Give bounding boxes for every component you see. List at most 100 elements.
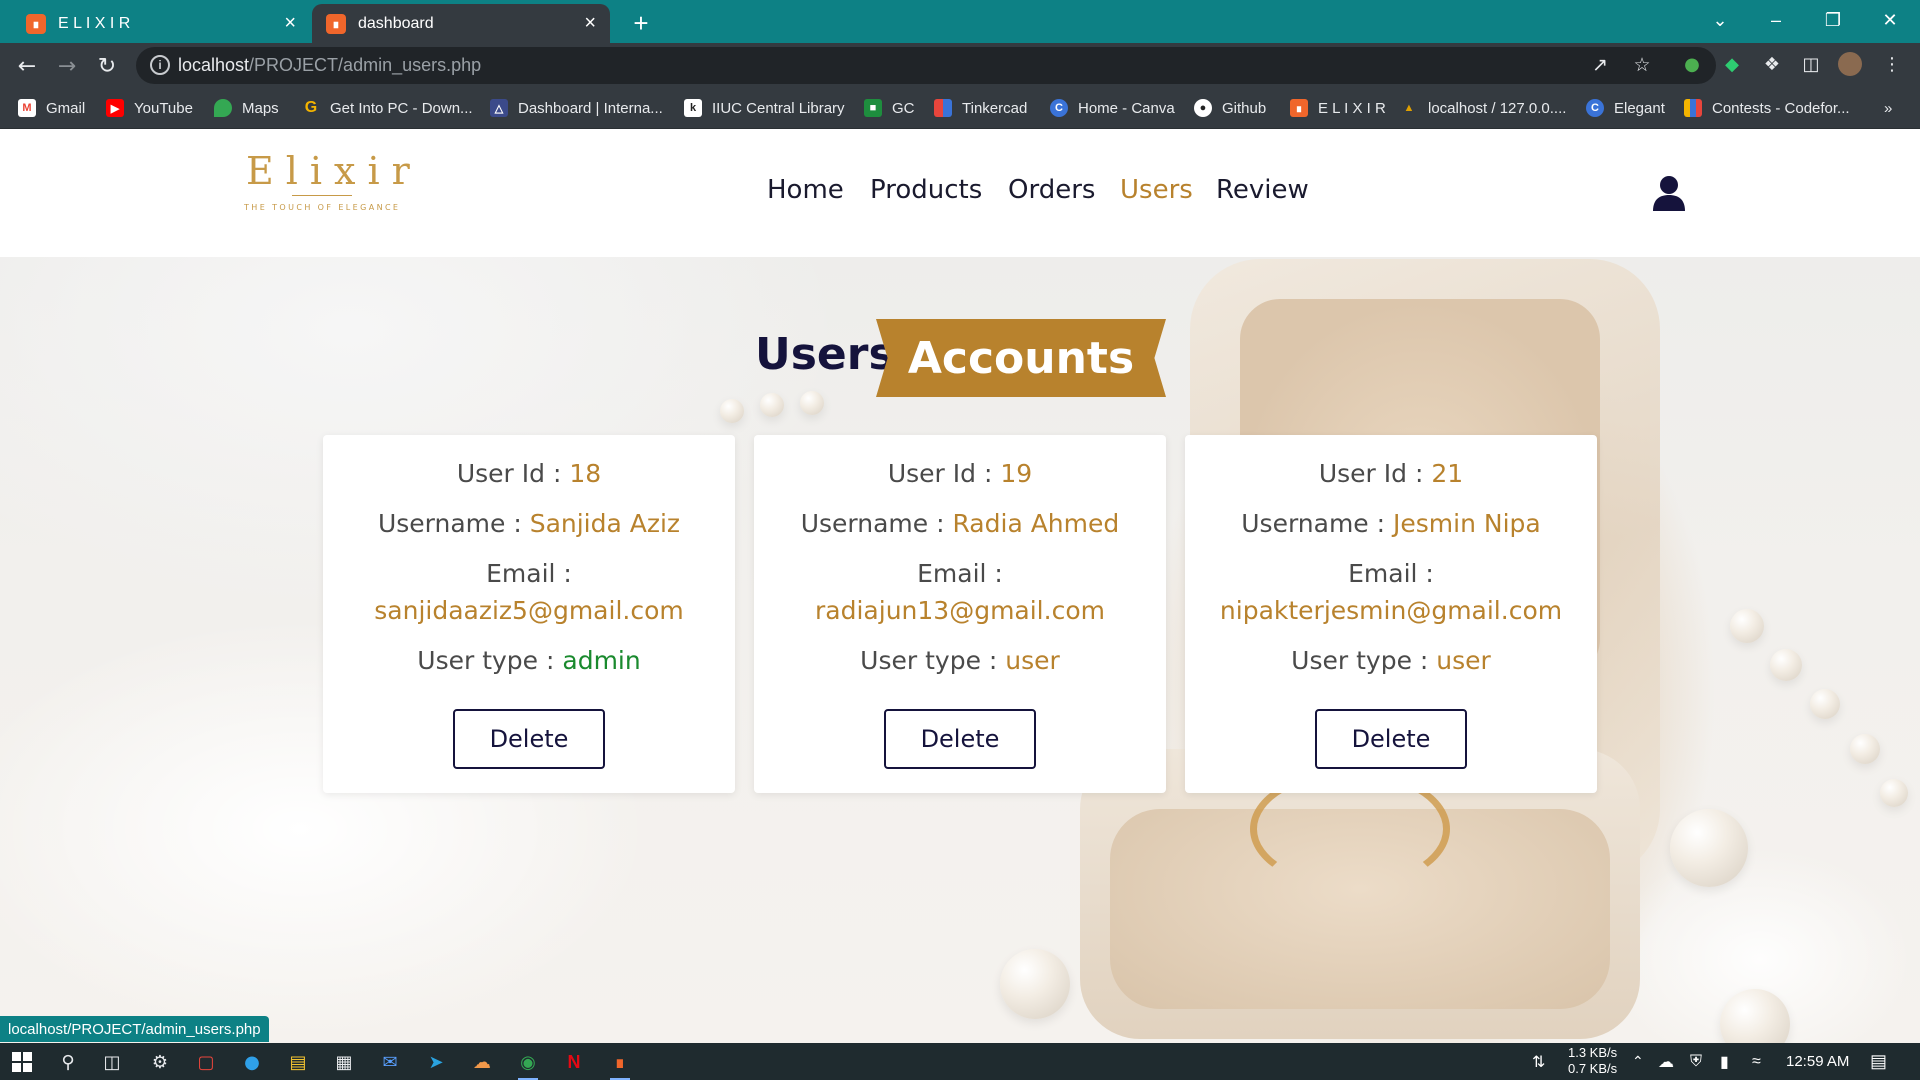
bookmark-gc[interactable]: ■ GC xyxy=(864,97,915,119)
xampp-icon: ∎ xyxy=(26,13,46,34)
bookmark-maps[interactable]: Maps xyxy=(214,97,279,119)
address-url[interactable]: localhost/PROJECT/admin_users.php xyxy=(178,55,481,76)
heading-users: Users xyxy=(755,329,895,380)
elixir-logo[interactable]: Elixir THE TOUCH OF ELEGANCE xyxy=(240,149,410,229)
email-label: Email : xyxy=(917,559,1003,588)
store-icon[interactable]: ▦ xyxy=(330,1048,358,1076)
delete-button[interactable]: Delete xyxy=(884,709,1036,769)
library-icon: k xyxy=(684,99,702,117)
bookmark-github[interactable]: ● Github xyxy=(1194,97,1266,119)
bookmark-star-icon[interactable]: ☆ xyxy=(1630,53,1654,77)
tab-search-icon[interactable]: ⌄ xyxy=(1692,0,1748,40)
tinkercad-icon xyxy=(934,99,952,117)
search-icon[interactable]: ⚲ xyxy=(54,1048,82,1076)
restore-button[interactable]: ❐ xyxy=(1805,0,1861,40)
bookmark-canva[interactable]: C Home - Canva xyxy=(1050,97,1175,119)
cloud-app-icon[interactable]: ☁ xyxy=(468,1048,496,1076)
forward-icon[interactable]: → xyxy=(52,51,82,81)
minimize-button[interactable]: – xyxy=(1748,0,1804,40)
user-id-row: User Id : 21 xyxy=(1318,459,1464,488)
netflix-icon[interactable]: N xyxy=(560,1048,588,1076)
pearl xyxy=(1880,779,1908,807)
new-tab-button[interactable]: + xyxy=(624,6,658,40)
edge-icon[interactable]: ● xyxy=(238,1048,266,1076)
battery-icon[interactable]: ▮ xyxy=(1720,1043,1729,1080)
task-view-icon[interactable]: ◫ xyxy=(98,1048,126,1076)
xampp-icon[interactable]: ∎ xyxy=(606,1048,634,1080)
notifications-icon[interactable]: ▤ xyxy=(1870,1043,1887,1080)
mail-icon[interactable]: ✉ xyxy=(376,1048,404,1076)
bookmark-elegant[interactable]: C Elegant xyxy=(1586,97,1665,119)
chrome-icon[interactable]: ◉ xyxy=(514,1048,542,1080)
extension-icon[interactable]: ● xyxy=(1680,52,1704,76)
address-bar[interactable]: i localhost/PROJECT/admin_users.php ↗ ☆ xyxy=(136,47,1716,84)
telegram-icon[interactable]: ➤ xyxy=(422,1048,450,1076)
logo-tagline: THE TOUCH OF ELEGANCE xyxy=(244,203,401,212)
nav-review[interactable]: Review xyxy=(1216,175,1309,205)
onedrive-icon[interactable]: ☁ xyxy=(1658,1043,1674,1080)
menu-icon[interactable]: ⋮ xyxy=(1880,52,1904,76)
close-window-button[interactable]: ✕ xyxy=(1862,0,1918,40)
pearl xyxy=(1810,689,1840,719)
user-card: User Id : 21 Username : Jesmin Nipa Emai… xyxy=(1185,435,1597,793)
bookmark-library[interactable]: k IIUC Central Library xyxy=(684,97,845,119)
wifi-icon[interactable]: ≈ xyxy=(1752,1043,1761,1080)
reload-icon[interactable]: ↻ xyxy=(92,51,122,81)
bookmark-get-into-pc[interactable]: G Get Into PC - Down... xyxy=(302,97,473,119)
bookmark-codeforces[interactable]: Contests - Codefor... xyxy=(1684,97,1850,119)
bookmark-gmail[interactable]: M Gmail xyxy=(18,97,85,119)
delete-button[interactable]: Delete xyxy=(1315,709,1467,769)
close-icon[interactable]: × xyxy=(584,12,596,35)
user-id-row: User Id : 18 xyxy=(456,459,602,488)
username: Jesmin Nipa xyxy=(1393,509,1541,538)
classroom-icon: ■ xyxy=(864,99,882,117)
back-icon[interactable]: ← xyxy=(12,51,42,81)
nav-orders[interactable]: Orders xyxy=(1008,175,1095,205)
browser-tabstrip: ∎ E L I X I R × ∎ dashboard × + ⌄ – ❐ ✕ xyxy=(0,0,1920,43)
side-panel-icon[interactable]: ◫ xyxy=(1799,52,1823,76)
username: Sanjida Aziz xyxy=(529,509,681,538)
logo-text: Elixir xyxy=(246,149,422,193)
bookmark-elixir[interactable]: ∎ E L I X I R xyxy=(1290,97,1386,119)
user-type-row: User type : admin xyxy=(417,646,641,675)
settings-gear-icon[interactable]: ⚙ xyxy=(146,1048,174,1076)
page-heading: Users Accounts xyxy=(0,319,1920,401)
extensions-puzzle-icon[interactable]: ❖ xyxy=(1760,52,1784,76)
pearl xyxy=(1770,649,1802,681)
user-account-icon[interactable] xyxy=(1652,175,1686,211)
user-type-row: User type : user xyxy=(860,646,1060,675)
phpmyadmin-icon: ▲ xyxy=(1403,102,1415,114)
profile-avatar[interactable] xyxy=(1838,52,1862,76)
bookmark-youtube[interactable]: ▶ YouTube xyxy=(106,97,193,119)
delete-button[interactable]: Delete xyxy=(453,709,605,769)
file-explorer-icon[interactable]: ▤ xyxy=(284,1048,312,1076)
bookmark-phpmyadmin[interactable]: ▲ localhost / 127.0.0.... xyxy=(1400,97,1567,119)
chevron-up-icon[interactable]: ⌃ xyxy=(1632,1043,1644,1080)
tab-dashboard[interactable]: ∎ dashboard × xyxy=(312,4,610,43)
bookmark-tinkercad[interactable]: Tinkercad xyxy=(934,97,1027,119)
share-icon[interactable]: ↗ xyxy=(1588,53,1612,77)
clock[interactable]: 12:59 AM xyxy=(1786,1043,1849,1080)
defender-icon[interactable]: ⛨ xyxy=(1690,1043,1702,1080)
site-info-icon[interactable]: i xyxy=(150,55,170,75)
office-icon[interactable]: ▢ xyxy=(192,1048,220,1076)
bookmark-dashboard[interactable]: △ Dashboard | Interna... xyxy=(490,97,663,119)
close-icon[interactable]: × xyxy=(284,12,296,35)
user-id: 19 xyxy=(1000,459,1033,488)
nav-products[interactable]: Products xyxy=(870,175,982,205)
bookmarks-overflow-icon[interactable]: » xyxy=(1884,97,1892,119)
nav-users[interactable]: Users xyxy=(1120,175,1193,205)
email-label: Email : xyxy=(486,559,572,588)
tab-elixir[interactable]: ∎ E L I X I R × xyxy=(12,4,310,43)
user-id: 21 xyxy=(1431,459,1464,488)
username-row: Username : Sanjida Aziz xyxy=(377,509,681,538)
nav-home[interactable]: Home xyxy=(767,175,844,205)
windows-start-icon[interactable] xyxy=(8,1048,36,1076)
canva-icon: C xyxy=(1586,99,1604,117)
shield-icon[interactable]: ◆ xyxy=(1720,52,1744,76)
user-type-row: User type : user xyxy=(1291,646,1491,675)
email-label: Email : xyxy=(1348,559,1434,588)
xampp-icon: ∎ xyxy=(1290,99,1308,117)
canva-icon: C xyxy=(1050,99,1068,117)
browser-toolbar: ← → ↻ i localhost/PROJECT/admin_users.ph… xyxy=(0,43,1920,88)
